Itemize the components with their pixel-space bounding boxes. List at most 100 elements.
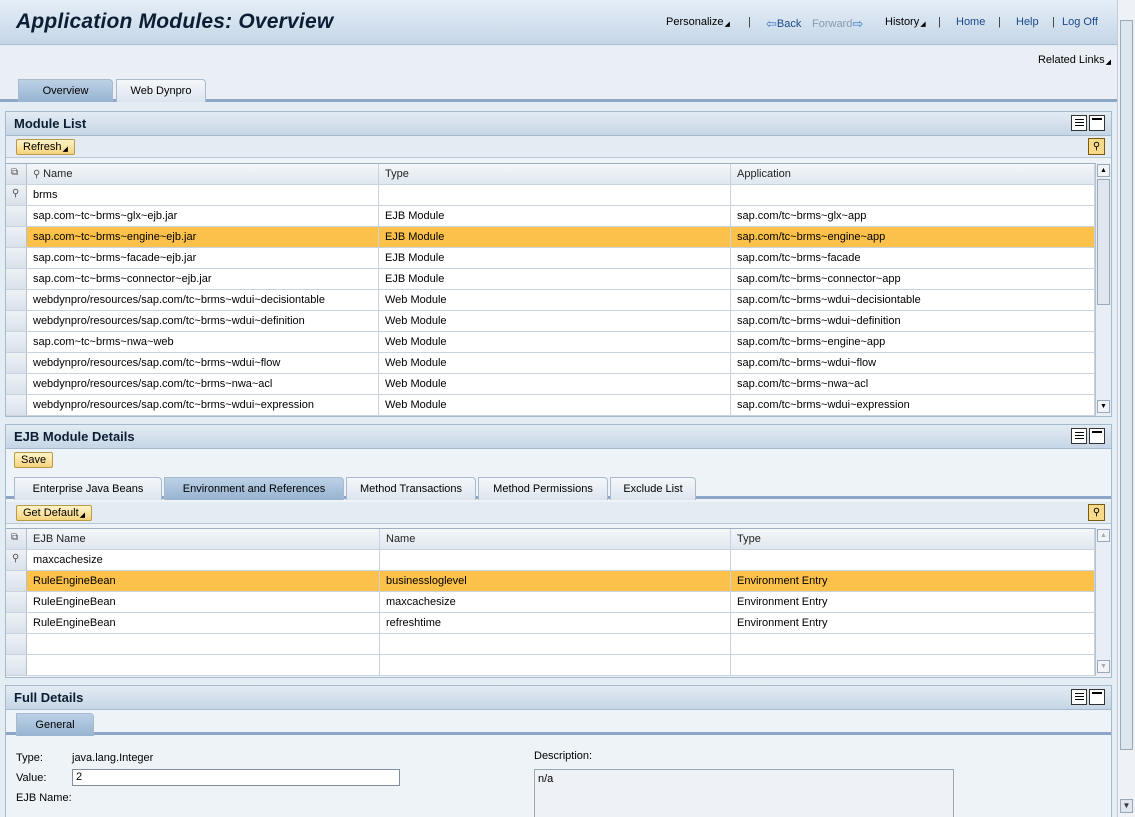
row-selector[interactable] [6, 634, 27, 654]
column-header-application[interactable]: Application [731, 164, 1095, 184]
tab-web-dynpro[interactable]: Web Dynpro [116, 79, 206, 102]
tab-method-permissions[interactable]: Method Permissions [478, 477, 608, 500]
filter-input-application[interactable] [731, 185, 1095, 205]
save-button[interactable]: Save [14, 452, 54, 468]
row-selector[interactable] [6, 311, 27, 331]
column-header-ejb-name[interactable]: EJB Name [27, 529, 380, 549]
scroll-down-icon[interactable]: ▼ [1097, 660, 1110, 673]
forward-button[interactable]: Forward⇨ [812, 16, 863, 32]
table-row[interactable]: webdynpro/resources/sap.com/tc~brms~wdui… [6, 353, 1095, 374]
home-link[interactable]: Home [956, 16, 985, 28]
filter-input-ejb-name[interactable]: maxcachesize [27, 550, 380, 570]
module-table-scrollbar[interactable]: ▲ ▼ [1095, 163, 1111, 416]
cell-name [380, 655, 731, 675]
row-selector[interactable] [6, 613, 27, 633]
filter-input-type[interactable] [731, 550, 1095, 570]
row-selector[interactable] [6, 227, 27, 247]
table-row[interactable]: RuleEngineBean maxcachesize Environment En… [6, 592, 1095, 613]
row-selector[interactable] [6, 592, 27, 612]
row-selector[interactable] [6, 248, 27, 268]
tab-method-transactions[interactable]: Method Transactions [346, 477, 476, 500]
minimize-icon[interactable] [1089, 428, 1105, 444]
panel-menu-icon[interactable] [1071, 115, 1087, 131]
table-row[interactable]: RuleEngineBean refreshtime Environment Ent… [6, 613, 1095, 634]
column-header-type[interactable]: Type [379, 164, 731, 184]
separator: | [998, 16, 1001, 28]
column-header-type[interactable]: Type [731, 529, 1095, 549]
panel-menu-icon[interactable] [1071, 689, 1087, 705]
table-row[interactable]: webdynpro/resources/sap.com/tc~brms~wdui… [6, 311, 1095, 332]
row-selector[interactable] [6, 353, 27, 373]
cell-type: EJB Module [379, 227, 731, 247]
cell-ejb-name [27, 655, 380, 675]
table-row[interactable]: RuleEngineBean businessloglevel Environmen… [6, 571, 1095, 592]
related-links-menu[interactable]: Related Links◢ [1038, 54, 1111, 66]
table-row[interactable]: sap.com~tc~brms~glx~ejb.jar EJB Module sap… [6, 206, 1095, 227]
select-all-icon[interactable]: ⧉ [6, 164, 27, 184]
cell-application: sap.com/tc~brms~wdui~decisiontable [731, 290, 1095, 310]
back-button[interactable]: ⇦Back [766, 16, 801, 32]
table-row[interactable]: sap.com~tc~brms~facade~ejb.jar EJB Module… [6, 248, 1095, 269]
filter-input-name[interactable]: brms [27, 185, 379, 205]
minimize-icon[interactable] [1089, 115, 1105, 131]
column-header-name[interactable]: Name [380, 529, 731, 549]
table-row[interactable]: sap.com~tc~brms~engine~ejb.jar EJB Module… [6, 227, 1095, 248]
scroll-thumb[interactable] [1120, 20, 1133, 750]
get-default-button[interactable]: Get Default◢ [16, 505, 93, 521]
filter-toggle-icon[interactable]: ⚲ [1088, 138, 1105, 155]
refresh-label: Refresh [23, 141, 62, 153]
table-header-row: ⧉ ⚲ Name Type Application [6, 164, 1095, 185]
scroll-down-icon[interactable]: ▼ [1097, 400, 1110, 413]
cell-type: Environment Entry [731, 571, 1095, 591]
panel-menu-icon[interactable] [1071, 428, 1087, 444]
row-selector[interactable] [6, 206, 27, 226]
panel-icons [1069, 115, 1105, 138]
table-row[interactable]: webdynpro/resources/sap.com/tc~brms~nwa~… [6, 374, 1095, 395]
minimize-icon[interactable] [1089, 689, 1105, 705]
table-row[interactable]: sap.com~tc~brms~connector~ejb.jar EJB Mod… [6, 269, 1095, 290]
row-selector[interactable] [6, 655, 27, 675]
table-row[interactable]: webdynpro/resources/sap.com/tc~brms~wdui… [6, 395, 1095, 416]
scroll-up-icon[interactable]: ▲ [1097, 529, 1110, 542]
table-row[interactable] [6, 634, 1095, 655]
column-header-name[interactable]: ⚲ Name [27, 164, 379, 184]
row-selector[interactable] [6, 395, 27, 415]
filter-toggle-icon[interactable]: ⚲ [1088, 504, 1105, 521]
description-textarea[interactable]: n/a [534, 769, 954, 817]
row-selector[interactable] [6, 269, 27, 289]
filter-icon[interactable]: ⚲ [6, 185, 27, 205]
scroll-down-icon[interactable]: ▼ [1120, 799, 1133, 813]
filter-icon[interactable]: ⚲ [6, 550, 27, 570]
tab-overview[interactable]: Overview [18, 79, 113, 102]
personalize-menu[interactable]: Personalize◢ [666, 16, 730, 28]
row-selector[interactable] [6, 290, 27, 310]
refresh-button[interactable]: Refresh◢ [16, 139, 75, 155]
select-all-icon[interactable]: ⧉ [6, 529, 27, 549]
ejb-table-scrollbar[interactable]: ▲ ▼ [1095, 528, 1111, 676]
row-selector[interactable] [6, 374, 27, 394]
tab-enterprise-java-beans[interactable]: Enterprise Java Beans [14, 477, 162, 500]
history-menu[interactable]: History◢ [885, 16, 926, 28]
table-row[interactable] [6, 655, 1095, 676]
value-input[interactable]: 2 [72, 769, 400, 786]
help-link[interactable]: Help [1016, 16, 1039, 28]
tab-general[interactable]: General [16, 713, 94, 736]
row-selector[interactable] [6, 332, 27, 352]
cell-application: sap.com/tc~brms~nwa~acl [731, 374, 1095, 394]
cell-type: Web Module [379, 374, 731, 394]
dropdown-triangle-icon: ◢ [920, 21, 926, 28]
filter-input-name[interactable] [380, 550, 731, 570]
cell-type: Web Module [379, 395, 731, 415]
page-scrollbar[interactable]: ▼ [1117, 0, 1135, 817]
logoff-link[interactable]: Log Off [1062, 16, 1098, 28]
table-row[interactable]: webdynpro/resources/sap.com/tc~brms~wdui… [6, 290, 1095, 311]
tab-exclude-list[interactable]: Exclude List [610, 477, 696, 500]
scroll-up-icon[interactable]: ▲ [1097, 164, 1110, 177]
cell-application: sap.com/tc~brms~wdui~flow [731, 353, 1095, 373]
filter-input-type[interactable] [379, 185, 731, 205]
scroll-thumb[interactable] [1097, 179, 1110, 305]
row-selector[interactable] [6, 571, 27, 591]
table-row[interactable]: sap.com~tc~brms~nwa~web Web Module sap.com… [6, 332, 1095, 353]
cell-ejb-name: RuleEngineBean [27, 613, 380, 633]
tab-environment-and-references[interactable]: Environment and References [164, 477, 344, 500]
